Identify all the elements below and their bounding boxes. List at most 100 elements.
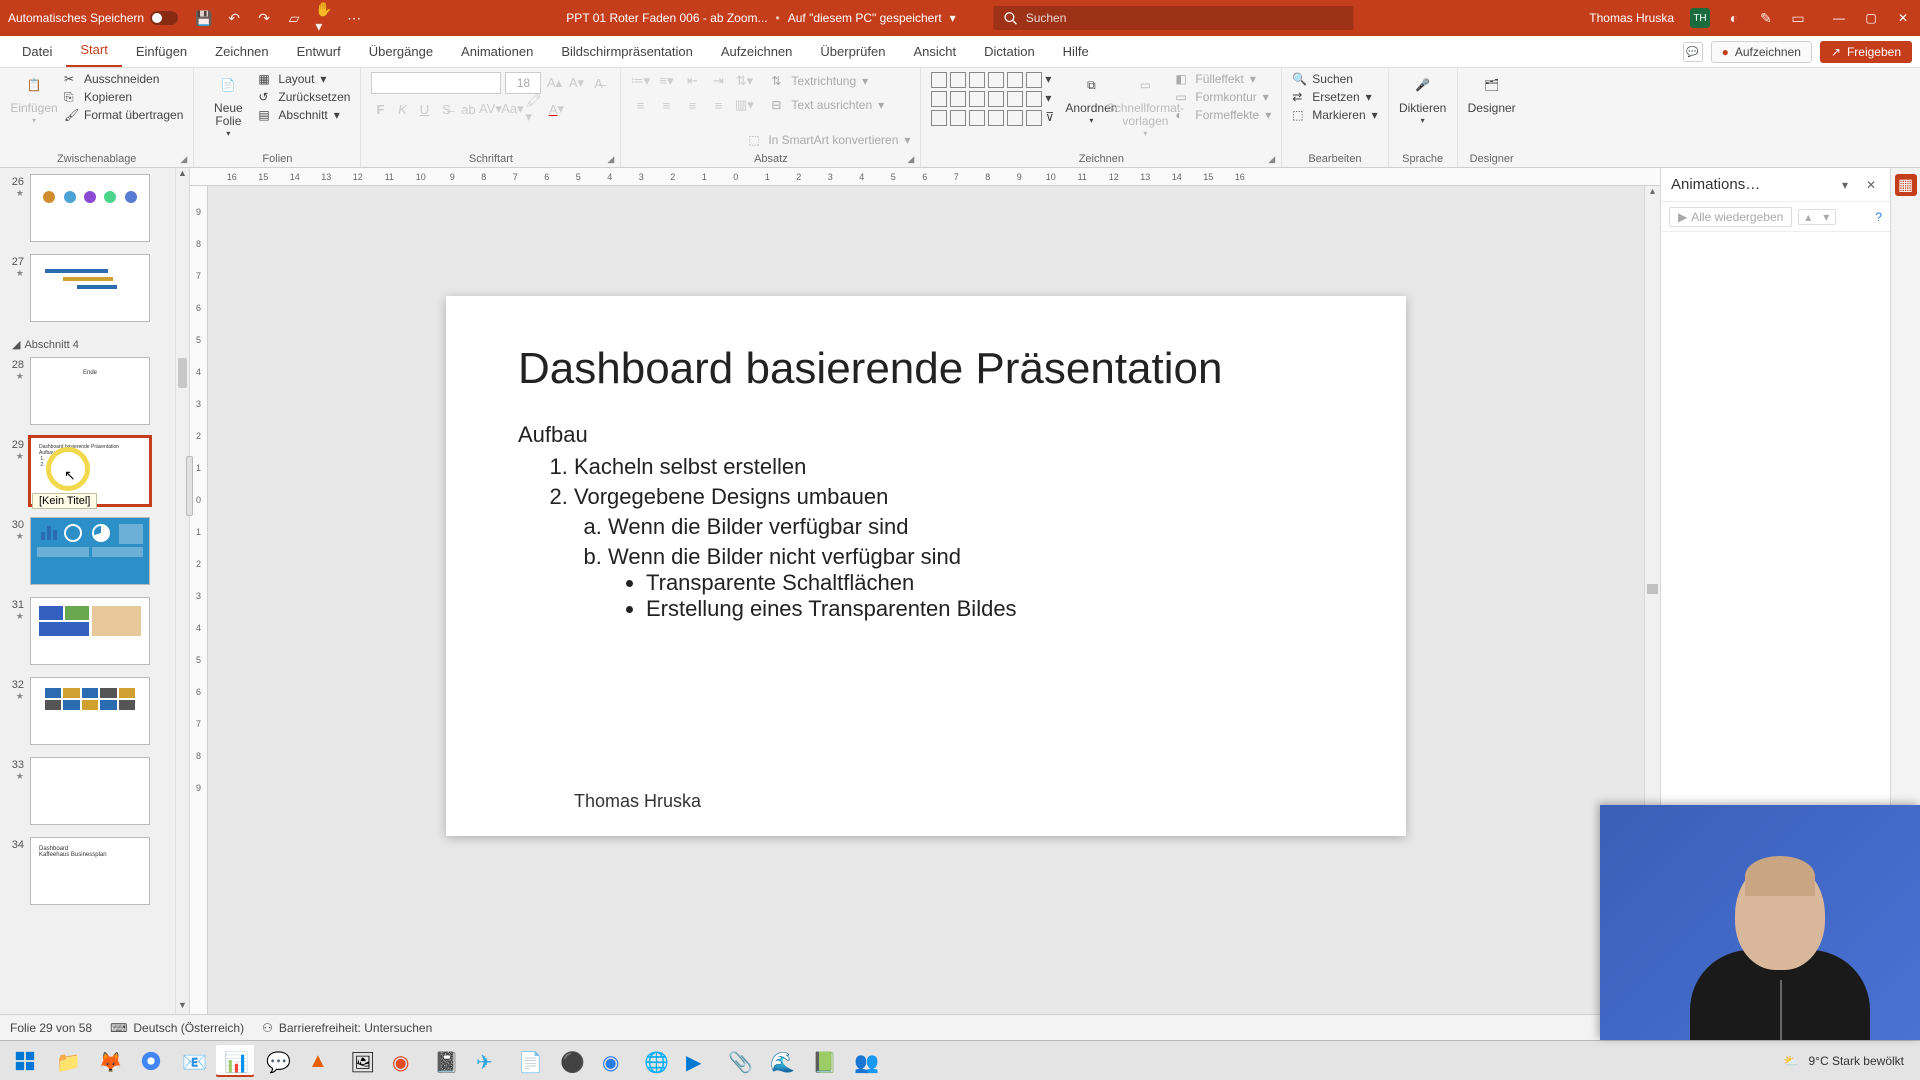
thumbnail-33[interactable]: 33★	[4, 757, 171, 825]
select-button[interactable]: ⬚Markieren ▾	[1292, 108, 1377, 122]
excel-icon[interactable]: 📗	[804, 1045, 842, 1077]
slide-title[interactable]: Dashboard basierende Präsentation	[518, 344, 1334, 394]
thumbnail-31[interactable]: 31★	[4, 597, 171, 665]
scroll-down-icon[interactable]: ▼	[176, 1000, 189, 1014]
indent-dec-icon[interactable]: ⇤	[683, 72, 701, 90]
decrease-font-icon[interactable]: A▾	[567, 74, 585, 92]
fill-button[interactable]: ◧Fülleffekt ▾	[1175, 72, 1271, 86]
format-painter-button[interactable]: 🖌Format übertragen	[64, 108, 183, 122]
teams-icon[interactable]: 👥	[846, 1045, 884, 1077]
firefox-icon[interactable]: 🦊	[90, 1045, 128, 1077]
italic-icon[interactable]: K	[393, 100, 411, 118]
thumbnail-29[interactable]: 29★ Dashboard basierende PräsentationAuf…	[4, 437, 171, 505]
align-right-icon[interactable]: ≡	[683, 96, 701, 114]
coming-soon-icon[interactable]: ◐	[1726, 10, 1742, 26]
maximize-button[interactable]: ▢	[1864, 11, 1878, 25]
list-item[interactable]: Kacheln selbst erstellen	[574, 454, 1334, 480]
ink-icon[interactable]: ✎	[1758, 10, 1774, 26]
designer-tab[interactable]: ▦	[1895, 174, 1917, 196]
vertical-ruler[interactable]: 9876543210123456789	[190, 186, 208, 1014]
outlook-icon[interactable]: 📧	[174, 1045, 212, 1077]
shadow-icon[interactable]: ab	[459, 100, 477, 118]
app-icon[interactable]: 🖼	[342, 1045, 380, 1077]
slide-canvas[interactable]: Dashboard basierende Präsentation Aufbau…	[208, 186, 1644, 1014]
quickstyles-button[interactable]: ▭ Schnellformat-vorlagen▾	[1121, 72, 1169, 139]
tab-aufzeichnen[interactable]: Aufzeichnen	[707, 38, 807, 67]
ribbon-display-icon[interactable]: ▭	[1790, 10, 1806, 26]
slide-count[interactable]: Folie 29 von 58	[10, 1021, 92, 1035]
dialog-launcher[interactable]: ◢	[607, 154, 617, 164]
help-icon[interactable]: ?	[1875, 210, 1882, 224]
app-icon[interactable]: ▶	[678, 1045, 716, 1077]
thumbnail-28[interactable]: 28★ Ende	[4, 357, 171, 425]
tab-einfuegen[interactable]: Einfügen	[122, 38, 201, 67]
text-direction-button[interactable]: ⇅Textrichtung ▾	[771, 72, 868, 90]
tab-ueberpruefen[interactable]: Überprüfen	[806, 38, 899, 67]
layout-button[interactable]: ▦Layout ▾	[258, 72, 350, 86]
strike-icon[interactable]: S̶	[437, 100, 455, 118]
tab-datei[interactable]: Datei	[8, 38, 66, 67]
underline-icon[interactable]: U	[415, 100, 433, 118]
cut-button[interactable]: ✂Ausschneiden	[64, 72, 183, 86]
save-icon[interactable]: 💾	[196, 10, 212, 26]
tab-zeichnen[interactable]: Zeichnen	[201, 38, 282, 67]
designer-button[interactable]: 🗂 Designer	[1468, 72, 1516, 115]
customize-qat-icon[interactable]: ⋯	[346, 10, 362, 26]
numbering-icon[interactable]: ≡▾	[657, 72, 675, 90]
section-button[interactable]: ▤Abschnitt ▾	[258, 108, 350, 122]
scroll-up-icon[interactable]: ▲	[176, 168, 189, 182]
scrollbar-handle[interactable]	[1647, 584, 1658, 594]
thumbnail-30[interactable]: 30★	[4, 517, 171, 585]
highlight-icon[interactable]: 🖍▾	[525, 100, 543, 118]
move-up-icon[interactable]: ▴	[1799, 210, 1817, 224]
effects-button[interactable]: ◐Formeffekte ▾	[1175, 108, 1271, 122]
comments-button[interactable]: 💬	[1683, 42, 1703, 62]
tab-bildschirm[interactable]: Bildschirmpräsentation	[547, 38, 707, 67]
shapes-gallery[interactable]: ▾ ▾ ⊽	[931, 72, 1061, 126]
thumbnails-scrollbar[interactable]: ▲ ▼	[175, 168, 189, 1014]
spacing-icon[interactable]: AV▾	[481, 100, 499, 118]
slideshow-icon[interactable]: ▱	[286, 10, 302, 26]
close-button[interactable]: ✕	[1896, 11, 1910, 25]
indent-inc-icon[interactable]: ⇥	[709, 72, 727, 90]
align-center-icon[interactable]: ≡	[657, 96, 675, 114]
tab-ansicht[interactable]: Ansicht	[899, 38, 970, 67]
find-button[interactable]: 🔍Suchen	[1292, 72, 1377, 86]
font-selector[interactable]	[371, 72, 501, 94]
section-header[interactable]: ◢Abschnitt 4	[4, 334, 171, 357]
app-icon[interactable]: ◉	[594, 1045, 632, 1077]
vlc-icon[interactable]: ▲	[300, 1045, 338, 1077]
tab-uebergaenge[interactable]: Übergänge	[355, 38, 447, 67]
tab-animationen[interactable]: Animationen	[447, 38, 547, 67]
dictate-button[interactable]: 🎤 Diktieren▾	[1399, 72, 1447, 126]
smartart-button[interactable]: ⬚In SmartArt konvertieren ▾	[748, 133, 910, 147]
bold-icon[interactable]: F	[371, 100, 389, 118]
font-size-selector[interactable]: 18	[505, 72, 541, 94]
tab-entwurf[interactable]: Entwurf	[283, 38, 355, 67]
font-color-icon[interactable]: A▾	[547, 100, 565, 118]
tab-start[interactable]: Start	[66, 36, 121, 67]
thumbnail-32[interactable]: 32★	[4, 677, 171, 745]
list-item[interactable]: Transparente Schaltflächen	[646, 570, 1334, 596]
list-item[interactable]: Erstellung eines Transparenten Bildes	[646, 596, 1334, 622]
move-down-icon[interactable]: ▾	[1817, 210, 1835, 224]
dialog-launcher[interactable]: ◢	[907, 154, 917, 164]
undo-icon[interactable]: ↶	[226, 10, 242, 26]
bullets-icon[interactable]: ≔▾	[631, 72, 649, 90]
slide-footer-author[interactable]: Thomas Hruska	[574, 791, 701, 812]
line-spacing-icon[interactable]: ⇅▾	[735, 72, 753, 90]
app-icon[interactable]: 📎	[720, 1045, 758, 1077]
dialog-launcher[interactable]: ◢	[1268, 154, 1278, 164]
align-left-icon[interactable]: ≡	[631, 96, 649, 114]
scroll-up-icon[interactable]: ▴	[1645, 186, 1660, 200]
accessibility-status[interactable]: ⚇Barrierefreiheit: Untersuchen	[262, 1021, 432, 1035]
slide[interactable]: Dashboard basierende Präsentation Aufbau…	[446, 296, 1406, 836]
outline-button[interactable]: ▭Formkontur ▾	[1175, 90, 1271, 104]
clear-format-icon[interactable]: A̶	[589, 74, 607, 92]
account-avatar[interactable]: TH	[1690, 8, 1710, 28]
taskbar-tray[interactable]: ⛅ 9°C Stark bewölkt	[1784, 1054, 1914, 1068]
touch-mode-icon[interactable]: ✋▾	[316, 10, 332, 26]
file-explorer-icon[interactable]: 📁	[48, 1045, 86, 1077]
case-icon[interactable]: Aa▾	[503, 100, 521, 118]
thumbnail-26[interactable]: 26★	[4, 174, 171, 242]
